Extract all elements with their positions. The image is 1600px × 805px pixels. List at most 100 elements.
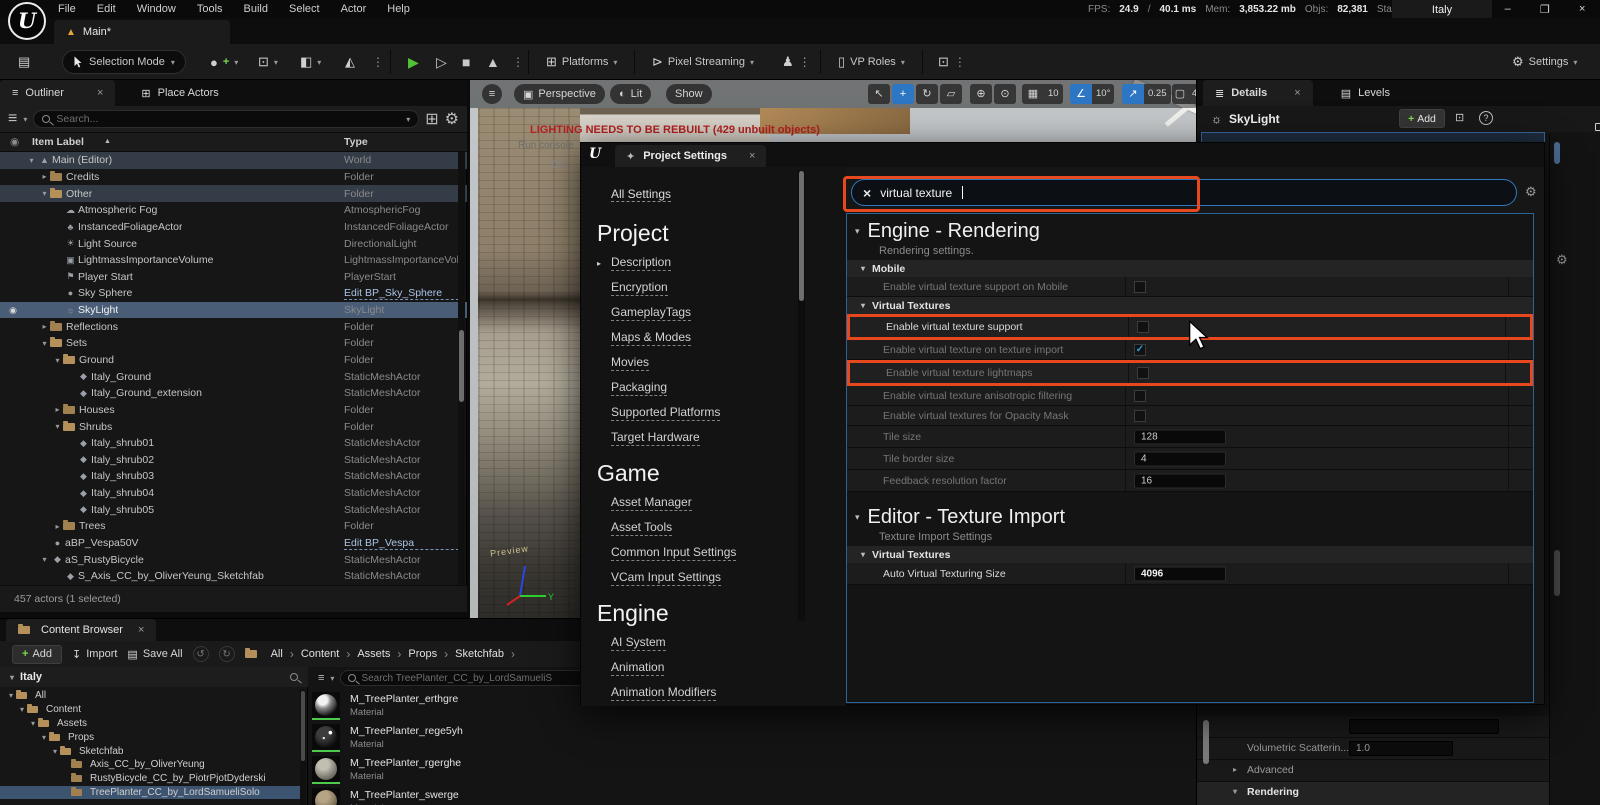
eye-icon[interactable]: ◉ [0,305,26,316]
outliner-row[interactable]: ▸ReflectionsFolder [0,318,467,335]
outliner-row[interactable]: ◆Italy_shrub04StaticMeshActor [0,485,467,502]
outliner-row[interactable]: ▾SetsFolder [0,335,467,352]
nav-item[interactable]: Common Input Settings [611,545,846,561]
tab-details[interactable]: ≣ Details × [1203,80,1313,106]
expander-icon[interactable]: ▾ [52,356,63,365]
filter-icon[interactable]: ≡ [318,672,324,684]
settings-row[interactable]: Tile border size4 [847,448,1533,470]
nav-item[interactable]: Movies [611,355,846,371]
expander-icon[interactable]: ▾ [39,339,50,348]
checkbox[interactable]: ✓ [1134,344,1146,356]
settings-dropdown[interactable]: ⚙Settings▾ [1512,44,1577,80]
platforms-dropdown[interactable]: ⊞Platforms▾ [546,44,617,80]
settings-row[interactable]: Enable virtual texture anisotropic filte… [847,386,1533,406]
scrollbar-thumb[interactable] [1554,550,1560,596]
tab-place-actors[interactable]: ⊞ Place Actors [129,80,230,106]
close-icon[interactable]: × [749,150,755,162]
stop-button[interactable]: ■ [462,44,470,80]
asset-item[interactable]: M_TreePlanter_rgergheMaterial [310,755,590,787]
chevron-right-icon[interactable]: ▸ [1233,765,1237,774]
virtual-camera-button[interactable]: ⊡⋮ [938,44,966,80]
value-input[interactable]: 16 [1134,473,1226,488]
outliner-scrollbar[interactable] [458,152,465,585]
settings-row[interactable]: Auto Virtual Texturing Size4096 [847,563,1533,585]
surface-snap-button[interactable]: ⊙ [994,84,1016,104]
close-icon[interactable]: × [1294,87,1300,99]
property-value[interactable]: 1.0 [1349,741,1453,756]
gear-icon[interactable]: ⚙ [445,109,459,129]
tree-scrollbar[interactable] [300,689,306,805]
menu-file[interactable]: File [58,3,76,15]
blueprint-convert-icon[interactable]: ⊡ [1455,111,1464,124]
property-value[interactable] [1349,719,1499,734]
checkbox[interactable] [1134,390,1146,402]
close-icon[interactable]: × [97,87,103,99]
lit-dropdown[interactable]: ◐Lit [610,84,651,104]
outliner-row[interactable]: ▾▲Main (Editor)World [0,152,467,169]
outliner-row[interactable]: ▣LightmassImportanceVolumeLightmassImpor… [0,252,467,269]
expander-icon[interactable]: ▾ [50,747,60,756]
cinematics-button[interactable]: ◧▾ [300,44,321,80]
nav-item[interactable]: Asset Tools [611,520,846,536]
editor-modes-button[interactable]: ◭ [345,44,355,80]
nav-item[interactable]: AI System [611,635,846,651]
outliner-row[interactable]: ◆Italy_shrub05StaticMeshActor [0,501,467,518]
category-header[interactable]: ▾Virtual Textures [847,546,1533,563]
nav-all-settings[interactable]: All Settings [611,187,671,202]
show-dropdown[interactable]: Show [666,84,712,104]
folder-tree-row[interactable]: TreePlanter_CC_by_LordSamueliSolo [0,786,300,800]
section-title[interactable]: ▾Editor - Texture Import [847,500,1533,528]
nav-item[interactable]: GameplayTags [611,305,846,321]
close-icon[interactable]: × [1579,3,1585,15]
gear-icon[interactable]: ⚙ [1556,252,1568,268]
new-folder-icon[interactable]: ⊞ [425,109,438,129]
outliner-row[interactable]: ▾OtherFolder [0,185,467,202]
outliner-row[interactable]: ▸CreditsFolder [0,169,467,186]
play-options-button[interactable]: ⋮ [512,44,524,80]
rotate-tool-button[interactable]: ↻ [916,84,938,104]
section-title[interactable]: ▾Engine - Rendering [847,214,1533,242]
breadcrumb-item[interactable]: Content [301,648,340,660]
add-asset-button[interactable]: +Add [12,645,62,664]
menu-select[interactable]: Select [289,3,320,15]
checkbox[interactable] [1137,367,1149,379]
expander-icon[interactable]: ▾ [39,733,49,742]
scale-snap-value[interactable]: 0.25 [1144,84,1171,104]
scale-snap-button[interactable]: ↗ [1122,84,1144,104]
folder-tree-row[interactable]: ▾Content [0,703,300,717]
folder-tree-row[interactable]: ▾Assets [0,717,300,731]
outliner-column-header[interactable]: ◉ Item Label ▲ Type [0,132,467,152]
folder-tree-row[interactable]: Axis_CC_by_OliverYeung [0,758,300,772]
menu-window[interactable]: Window [137,3,176,15]
menu-tools[interactable]: Tools [197,3,223,15]
details-property-row[interactable]: ▸Advanced [1197,760,1549,782]
scrollbar-thumb[interactable] [1554,142,1560,164]
expander-icon[interactable]: ▸ [39,172,50,181]
outliner-search-input[interactable]: Search... ▾ [33,110,419,128]
chevron-down-icon[interactable]: ▾ [1233,787,1237,796]
expander-icon[interactable]: ▾ [6,691,16,700]
outliner-row[interactable]: ▾GroundFolder [0,352,467,369]
outliner-row[interactable]: ▸TreesFolder [0,518,467,535]
expander-icon[interactable]: ▸ [52,405,63,414]
scrollbar-thumb[interactable] [799,171,804,301]
tab-main-level[interactable]: ▲ Main* [54,20,230,44]
value-input[interactable]: 4096 [1134,566,1226,581]
filter-icon[interactable]: ≡ [8,110,17,128]
outliner-row[interactable]: ◆Italy_shrub02StaticMeshActor [0,452,467,469]
project-settings-tab[interactable]: ✦ Project Settings × [615,145,766,167]
edit-blueprint-link[interactable]: Edit BP_Sky_Sphere [344,287,464,300]
asset-item[interactable]: M_TreePlanter_erthgreMaterial [310,691,590,723]
save-button[interactable]: ▤ [18,44,30,80]
pixel-streaming-dropdown[interactable]: ⊳Pixel Streaming▾ [652,44,754,80]
world-space-button[interactable]: ⊕ [970,84,992,104]
selection-mode-dropdown[interactable]: Selection Mode ▾ [62,50,186,74]
grid-snap-value[interactable]: 10 [1044,84,1063,104]
settings-row[interactable]: Feedback resolution factor16 [847,470,1533,492]
asset-search-input[interactable]: Search TreePlanter_CC_by_LordSamueliS [340,670,590,686]
menu-edit[interactable]: Edit [97,3,116,15]
folder-tree-row[interactable]: ▾Props [0,730,300,744]
tab-content-browser[interactable]: Content Browser × [6,619,156,641]
category-header[interactable]: ▾Mobile [847,260,1533,277]
outliner-row[interactable]: ◆Italy_Ground_extensionStaticMeshActor [0,385,467,402]
